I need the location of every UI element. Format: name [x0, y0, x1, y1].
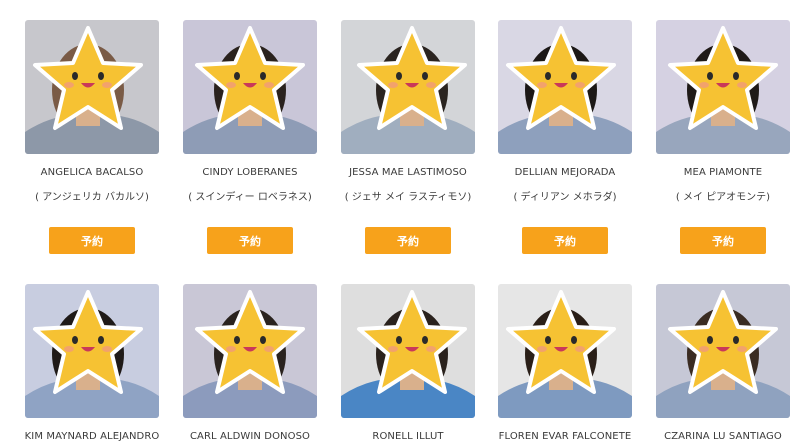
reserve-button[interactable]: 予約: [49, 227, 135, 254]
tutor-name: CARL ALDWIN DONOSO: [189, 431, 311, 442]
tutor-name-katakana: ( ジェサ メイ ラスティモソ): [344, 192, 472, 203]
tutor-name: RONELL ILLUT: [372, 431, 444, 442]
tutor-photo-image: [25, 284, 159, 418]
tutor-photo-image: [498, 20, 632, 154]
tutor-photo[interactable]: [656, 20, 790, 154]
tutor-name: ANGELICA BACALSO: [40, 167, 144, 178]
tutor-photo[interactable]: [183, 284, 317, 418]
tutor-photo-image: [341, 284, 475, 418]
tutor-name: MEA PIAMONTE: [683, 167, 763, 178]
tutor-name-katakana: ( ディリアン メホラダ): [513, 192, 617, 203]
reserve-button[interactable]: 予約: [522, 227, 608, 254]
tutor-name: KIM MAYNARD ALEJANDRO: [24, 431, 160, 442]
tutor-photo[interactable]: [341, 20, 475, 154]
tutor-name: DELLIAN MEJORADA: [514, 167, 616, 178]
tutor-photo[interactable]: [25, 20, 159, 154]
tutor-photo[interactable]: [498, 284, 632, 418]
tutor-photo-image: [183, 284, 317, 418]
tutor-photo[interactable]: [25, 284, 159, 418]
tutor-name: CZARINA LU SANTIAGO: [664, 431, 782, 442]
tutor-name: FLOREN EVAR FALCONETE: [498, 431, 632, 442]
tutor-photo-image: [341, 20, 475, 154]
tutor-photo-image: [498, 284, 632, 418]
tutor-photo-image: [183, 20, 317, 154]
tutor-grid: ANGELICA BACALSO ( アンジェリカ バカルソ) 予約 CINDY LO…: [0, 0, 800, 442]
tutor-photo[interactable]: [656, 284, 790, 418]
reserve-button[interactable]: 予約: [207, 227, 293, 254]
tutor-photo-image: [656, 20, 790, 154]
tutor-name-katakana: ( アンジェリカ バカルソ): [35, 192, 149, 203]
tutor-name-katakana: ( スインディー ロベラネス): [188, 192, 312, 203]
tutor-photo-image: [656, 284, 790, 418]
tutor-name: JESSA MAE LASTIMOSO: [349, 167, 467, 178]
tutor-photo-image: [25, 20, 159, 154]
tutor-photo[interactable]: [183, 20, 317, 154]
reserve-button[interactable]: 予約: [680, 227, 766, 254]
tutor-name: CINDY LOBERANES: [202, 167, 298, 178]
reserve-button[interactable]: 予約: [365, 227, 451, 254]
tutor-photo[interactable]: [341, 284, 475, 418]
tutor-photo[interactable]: [498, 20, 632, 154]
tutor-name-katakana: ( メイ ピアオモンテ): [675, 192, 771, 203]
